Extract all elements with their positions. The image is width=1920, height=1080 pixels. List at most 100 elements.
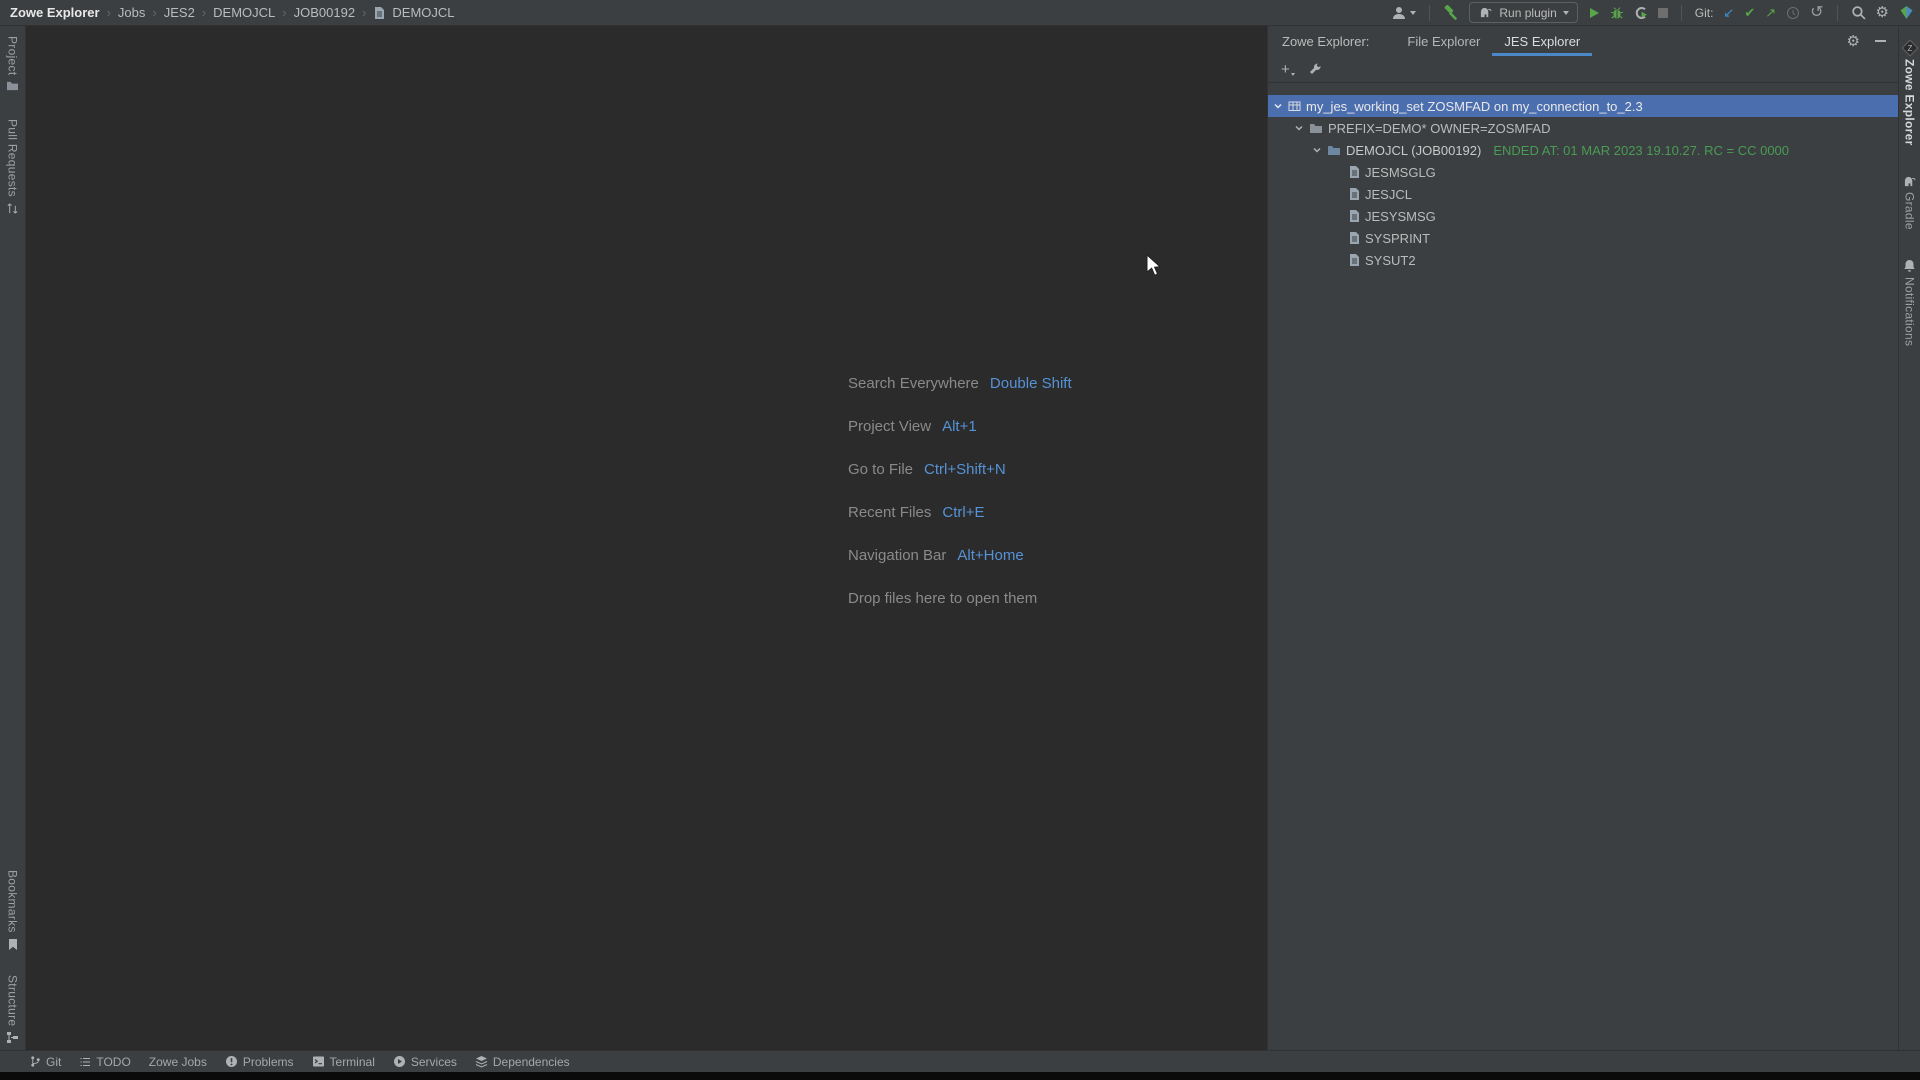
plus-icon: +	[1281, 62, 1290, 77]
profiler-icon[interactable]	[1634, 6, 1648, 20]
wrench-icon[interactable]	[1308, 62, 1322, 76]
tool-window-label: Notifications	[1903, 277, 1917, 346]
tab-jes-explorer[interactable]: JES Explorer	[1492, 26, 1592, 56]
tool-window-todo[interactable]: TODO	[79, 1055, 130, 1069]
tool-window-terminal[interactable]: Terminal	[312, 1055, 375, 1069]
chevron-right-icon: ›	[202, 5, 206, 20]
shortcut-keys: Ctrl+E	[942, 504, 984, 521]
tree-row-spool-file[interactable]: JESYSMSG	[1268, 205, 1898, 227]
gradle-elephant-icon	[1902, 176, 1917, 187]
tool-window-label: Terminal	[330, 1055, 375, 1069]
tool-window-git[interactable]: Git	[30, 1055, 61, 1069]
panel-header: Zowe Explorer: File Explorer JES Explore…	[1268, 26, 1898, 56]
problems-icon	[225, 1055, 238, 1068]
breadcrumb-item[interactable]: DEMOJCL	[392, 5, 454, 20]
panel-settings-gear-icon[interactable]: ⚙	[1847, 34, 1860, 49]
tool-window-label: Zowe Jobs	[149, 1055, 207, 1069]
spool-file-icon	[1348, 209, 1360, 223]
tool-window-problems[interactable]: Problems	[225, 1055, 294, 1069]
search-everywhere-icon[interactable]	[1851, 5, 1866, 20]
hide-panel-icon[interactable]	[1875, 40, 1886, 42]
rollback-icon[interactable]: ↺	[1810, 5, 1823, 21]
job-name: DEMOJCL (JOB00192)	[1346, 143, 1481, 158]
tool-window-label: Problems	[243, 1055, 294, 1069]
tree-row-working-set[interactable]: my_jes_working_set ZOSMFAD on my_connect…	[1268, 95, 1898, 117]
shortcut-row: Project View Alt+1	[848, 405, 1072, 448]
ide-gem-icon[interactable]	[1899, 5, 1914, 20]
caret-down-icon	[1410, 11, 1416, 15]
bookmark-icon	[8, 938, 18, 951]
tool-window-label: Structure	[6, 975, 20, 1026]
breadcrumb-item[interactable]: JES2	[164, 5, 195, 20]
chevron-down-icon[interactable]	[1294, 123, 1304, 133]
shortcut-label: Project View	[848, 418, 931, 435]
tool-window-label: Bookmarks	[6, 870, 20, 933]
tool-window-project[interactable]: Project	[6, 36, 20, 91]
build-hammer-icon[interactable]	[1443, 5, 1459, 21]
caret-down-icon	[1563, 11, 1569, 15]
tree-row-filter[interactable]: PREFIX=DEMO* OWNER=ZOSMFAD	[1268, 117, 1898, 139]
breadcrumb-item[interactable]: Zowe Explorer	[10, 5, 100, 20]
breadcrumb-item[interactable]: JOB00192	[294, 5, 355, 20]
spool-file-label: JESMSGLG	[1365, 165, 1436, 180]
tool-window-label: Pull Requests	[6, 119, 20, 197]
shortcut-keys: Ctrl+Shift+N	[924, 461, 1006, 478]
tool-window-zowe-jobs[interactable]: Zowe Jobs	[149, 1055, 207, 1069]
tool-window-bookmarks[interactable]: Bookmarks	[6, 870, 20, 951]
pull-request-icon	[6, 202, 19, 215]
tool-window-zowe-explorer[interactable]: Z Zowe Explorer	[1903, 42, 1917, 146]
tool-window-gradle[interactable]: Gradle	[1902, 176, 1917, 230]
tab-file-explorer[interactable]: File Explorer	[1395, 26, 1492, 56]
spool-file-label: JESYSMSG	[1365, 209, 1436, 224]
tool-window-pull-requests[interactable]: Pull Requests	[6, 119, 20, 215]
spool-file-icon	[1348, 231, 1360, 245]
panel-title: Zowe Explorer:	[1282, 34, 1369, 49]
chevron-down-icon[interactable]	[1273, 101, 1283, 111]
debug-bug-icon[interactable]	[1610, 6, 1624, 20]
tool-window-label: Services	[411, 1055, 457, 1069]
shortcut-label: Search Everywhere	[848, 375, 979, 392]
git-label: Git:	[1695, 6, 1714, 20]
breadcrumb-item[interactable]: DEMOJCL	[213, 5, 275, 20]
add-working-set-button[interactable]: +	[1281, 62, 1295, 77]
git-push-icon[interactable]: ↗	[1765, 6, 1776, 19]
history-clock-icon	[1786, 6, 1800, 20]
shortcut-label: Recent Files	[848, 504, 931, 521]
tree-row-spool-file[interactable]: JESMSGLG	[1268, 161, 1898, 183]
shortcut-keys: Double Shift	[990, 375, 1072, 392]
spool-file-label: JESJCL	[1365, 187, 1412, 202]
git-update-icon[interactable]: ↙	[1723, 6, 1734, 19]
run-configuration-dropdown[interactable]: Run plugin	[1469, 2, 1577, 23]
spool-file-label: SYSPRINT	[1365, 231, 1430, 246]
dependencies-layers-icon	[475, 1055, 488, 1068]
chevron-right-icon: ›	[282, 5, 286, 20]
shortcut-row: Navigation Bar Alt+Home	[848, 534, 1072, 577]
git-commit-check-icon[interactable]: ✔	[1744, 6, 1755, 19]
user-account-button[interactable]	[1391, 3, 1416, 23]
job-folder-icon	[1327, 144, 1341, 156]
run-play-icon[interactable]	[1588, 7, 1600, 19]
tool-window-structure[interactable]: Structure	[6, 975, 20, 1044]
settings-gear-icon[interactable]: ⚙	[1876, 5, 1889, 20]
shortcut-label: Navigation Bar	[848, 547, 946, 564]
git-branch-icon	[30, 1055, 41, 1068]
tree-row-spool-file[interactable]: SYSUT2	[1268, 249, 1898, 271]
filter-label: PREFIX=DEMO* OWNER=ZOSMFAD	[1328, 121, 1550, 136]
tree-row-job[interactable]: DEMOJCL (JOB00192) ENDED AT: 01 MAR 2023…	[1268, 139, 1898, 161]
stop-icon	[1658, 8, 1668, 18]
tree-row-spool-file[interactable]: JESJCL	[1268, 183, 1898, 205]
tool-window-services[interactable]: Services	[393, 1055, 457, 1069]
shortcut-label: Go to File	[848, 461, 913, 478]
zowe-explorer-panel: Zowe Explorer: File Explorer JES Explore…	[1267, 26, 1898, 1050]
chevron-down-icon[interactable]	[1312, 145, 1322, 155]
toolbar-separator	[1681, 5, 1682, 21]
breadcrumb-item[interactable]: Jobs	[118, 5, 145, 20]
shortcut-row: Search Everywhere Double Shift	[848, 362, 1072, 405]
tool-window-label: Project	[6, 36, 20, 75]
tool-window-notifications[interactable]: Notifications	[1903, 259, 1917, 346]
chevron-right-icon: ›	[152, 5, 156, 20]
toolbar-separator	[1429, 5, 1430, 21]
tree-row-spool-file[interactable]: SYSPRINT	[1268, 227, 1898, 249]
shortcut-row: Drop files here to open them	[848, 577, 1072, 620]
tool-window-dependencies[interactable]: Dependencies	[475, 1055, 570, 1069]
